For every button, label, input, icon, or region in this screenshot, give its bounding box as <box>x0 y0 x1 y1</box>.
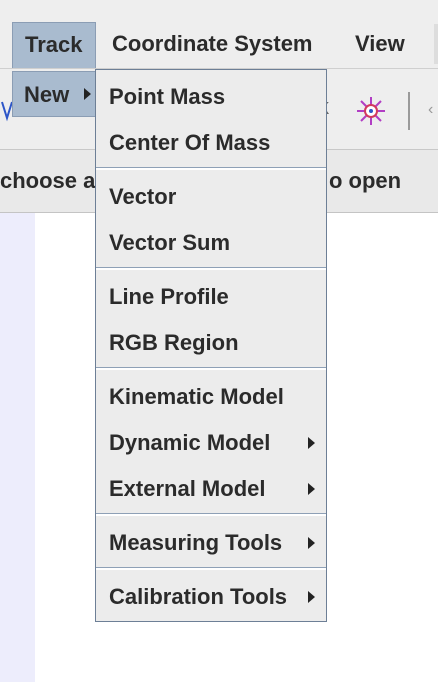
menu-separator <box>96 267 326 270</box>
menu-item-external-model[interactable]: External Model <box>109 469 265 509</box>
toolbar-separator <box>408 92 410 130</box>
menu-item-calibration-tools[interactable]: Calibration Tools <box>109 577 287 617</box>
chevron-right-icon <box>308 437 315 449</box>
menu-item-center-of-mass[interactable]: Center Of Mass <box>109 123 270 163</box>
menu-separator <box>96 513 326 516</box>
menu-separator <box>96 367 326 370</box>
menu-view[interactable]: View <box>343 24 417 62</box>
menu-separator <box>96 567 326 570</box>
instruction-text-right: o open <box>329 168 402 193</box>
chevron-right-icon <box>308 537 315 549</box>
toolbar-arrow-icon[interactable]: ‹ <box>428 102 438 118</box>
menu-item-vector[interactable]: Vector <box>109 177 176 217</box>
menu-item-new-label: New <box>24 82 70 107</box>
menu-item-point-mass[interactable]: Point Mass <box>109 77 225 117</box>
menu-item-line-profile[interactable]: Line Profile <box>109 277 229 317</box>
menu-item-new[interactable]: New <box>12 71 96 117</box>
menu-item-kinematic-model[interactable]: Kinematic Model <box>109 377 284 417</box>
side-panel <box>0 213 35 682</box>
chevron-right-icon <box>308 483 315 495</box>
menu-separator <box>96 167 326 170</box>
menu-item-vector-sum[interactable]: Vector Sum <box>109 223 230 263</box>
new-track-popup-menu: Point Mass Center Of Mass Vector Vector … <box>95 69 327 622</box>
menu-item-dynamic-model[interactable]: Dynamic Model <box>109 423 270 463</box>
menu-track[interactable]: Track <box>12 22 96 68</box>
menu-overflow-edge <box>434 24 438 64</box>
autotracker-icon[interactable] <box>356 96 386 126</box>
chevron-right-icon <box>84 88 91 100</box>
chevron-right-icon <box>308 591 315 603</box>
menu-item-measuring-tools[interactable]: Measuring Tools <box>109 523 282 563</box>
menu-coordinate-system[interactable]: Coordinate System <box>100 24 325 62</box>
instruction-text-left: choose a <box>0 168 96 193</box>
menu-item-rgb-region[interactable]: RGB Region <box>109 323 239 363</box>
